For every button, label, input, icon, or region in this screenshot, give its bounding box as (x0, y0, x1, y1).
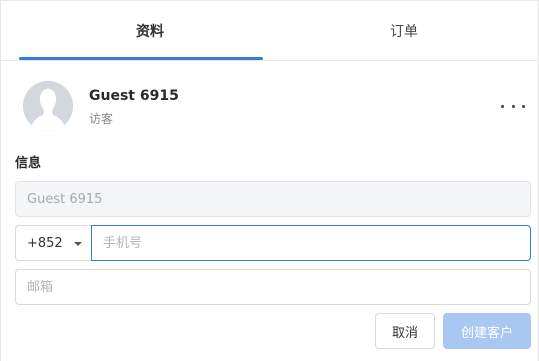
tab-profile[interactable]: 资料 (19, 1, 281, 60)
tab-bar: 资料 订单 (1, 1, 538, 61)
chevron-down-icon (74, 242, 82, 246)
customer-role: 访客 (89, 112, 114, 126)
country-code-select[interactable]: +852 (15, 225, 91, 261)
dot (511, 104, 515, 108)
customer-name: Guest 6915 (89, 88, 179, 104)
tab-orders[interactable]: 订单 (273, 1, 535, 60)
phone-row: +852 (15, 225, 531, 261)
dot (522, 104, 525, 108)
dot (501, 104, 504, 108)
name-field[interactable]: Guest 6915 (15, 181, 531, 217)
customer-panel: 资料 订单 Guest 6915 访客 信息 Guest 6915 +852 取… (0, 0, 539, 361)
info-section-title: 信息 (15, 156, 42, 171)
country-code-value: +852 (27, 235, 63, 251)
cancel-button[interactable]: 取消 (375, 313, 435, 349)
phone-input[interactable] (91, 225, 531, 261)
email-field[interactable] (15, 269, 531, 305)
user-silhouette-icon (23, 81, 73, 131)
avatar (23, 81, 73, 131)
more-options-icon[interactable] (501, 97, 525, 115)
create-customer-button[interactable]: 创建客户 (443, 313, 531, 349)
active-tab-indicator (19, 57, 263, 60)
